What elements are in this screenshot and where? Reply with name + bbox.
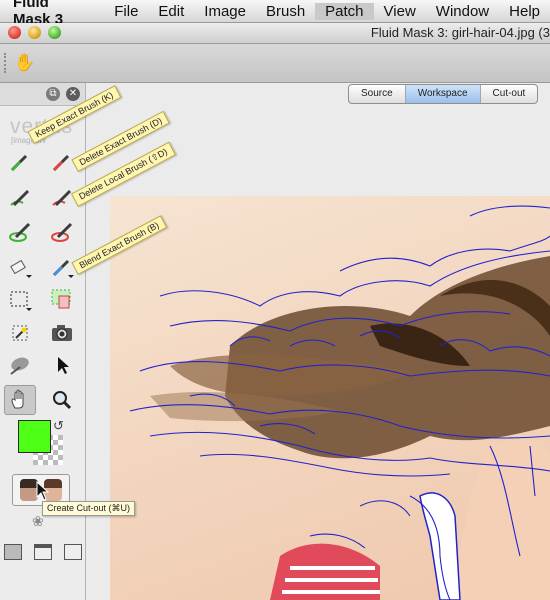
camera-icon — [52, 325, 72, 341]
patch-icon — [51, 289, 71, 309]
hand-tool[interactable] — [4, 385, 36, 415]
magic-icon — [12, 325, 28, 341]
foreground-color-swatch[interactable] — [18, 420, 51, 453]
top-toolbar: ✋ — [0, 44, 550, 83]
menu-bar: Fluid Mask 3 File Edit Image Brush Patch… — [0, 0, 550, 28]
delete-exact-brush-tool[interactable] — [50, 150, 74, 174]
keep-exact-brush-tool[interactable] — [8, 150, 32, 174]
hand-icon[interactable]: ✋ — [14, 53, 35, 73]
menu-edit[interactable]: Edit — [148, 3, 194, 20]
zoom-window-button[interactable] — [48, 26, 61, 39]
window-title: Fluid Mask 3: girl-hair-04.jpg (3 — [370, 25, 550, 40]
close-window-button[interactable] — [8, 26, 21, 39]
minimize-window-button[interactable] — [28, 26, 41, 39]
mouse-pointer-icon — [36, 481, 50, 501]
menu-patch[interactable]: Patch — [315, 2, 374, 20]
tab-cutout[interactable]: Cut-out — [479, 85, 538, 103]
hand-icon — [11, 389, 24, 409]
red-brush-icon — [52, 189, 72, 207]
menu-window[interactable]: Window — [426, 3, 499, 20]
arrow-icon — [58, 357, 69, 374]
keep-local-brush-tool[interactable] — [8, 187, 32, 211]
menu-view[interactable]: View — [374, 3, 426, 20]
marquee-icon — [10, 291, 32, 311]
keep-global-brush-tool[interactable] — [8, 221, 32, 245]
arrow-tool[interactable] — [50, 353, 74, 377]
snapshot-tool[interactable] — [50, 321, 74, 345]
blend-exact-brush-tool[interactable] — [50, 255, 74, 279]
zoom-tool[interactable] — [50, 388, 74, 412]
menu-file[interactable]: File — [104, 3, 148, 20]
swap-colors-icon[interactable]: ↺ — [53, 418, 64, 434]
view-tabs: Source Workspace Cut-out — [348, 84, 539, 104]
tooltip-create-cutout: Create Cut-out (⌘U) — [42, 501, 136, 516]
zoom-icon — [53, 391, 72, 410]
green-brush-icon — [10, 189, 30, 207]
selection-tool[interactable] — [8, 288, 32, 312]
delete-local-brush-tool[interactable] — [50, 187, 74, 211]
green-brush-icon — [9, 222, 31, 242]
panel-close-button[interactable]: ✕ — [66, 87, 80, 101]
blob-tool[interactable] — [8, 353, 32, 377]
view-mode-split-button[interactable] — [34, 544, 52, 560]
panel-header: ⧉ ✕ — [0, 83, 85, 106]
delete-global-brush-tool[interactable] — [50, 221, 74, 245]
view-mode-full-button[interactable] — [64, 544, 82, 560]
panel-restore-button[interactable]: ⧉ — [46, 87, 60, 101]
menu-help[interactable]: Help — [499, 3, 550, 20]
image-preview[interactable] — [110, 196, 550, 600]
tab-workspace[interactable]: Workspace — [404, 85, 480, 103]
red-brush-icon — [51, 222, 73, 242]
magic-tool[interactable] — [8, 321, 32, 345]
eraser-tool[interactable] — [8, 255, 32, 279]
blob-icon — [10, 357, 29, 375]
window-titlebar: Fluid Mask 3: girl-hair-04.jpg (3 — [0, 23, 550, 44]
patch-tool[interactable] — [50, 288, 74, 312]
menu-image[interactable]: Image — [194, 3, 256, 20]
red-brush-icon — [52, 154, 70, 172]
green-brush-icon — [10, 154, 28, 172]
toolbar-grip[interactable] — [4, 53, 9, 73]
view-mode-single-button[interactable] — [4, 544, 22, 560]
eraser-icon — [10, 259, 32, 278]
blue-brush-icon — [52, 259, 74, 278]
tab-source[interactable]: Source — [349, 85, 405, 103]
menu-brush[interactable]: Brush — [256, 3, 315, 20]
segmented-photo — [129, 205, 550, 600]
